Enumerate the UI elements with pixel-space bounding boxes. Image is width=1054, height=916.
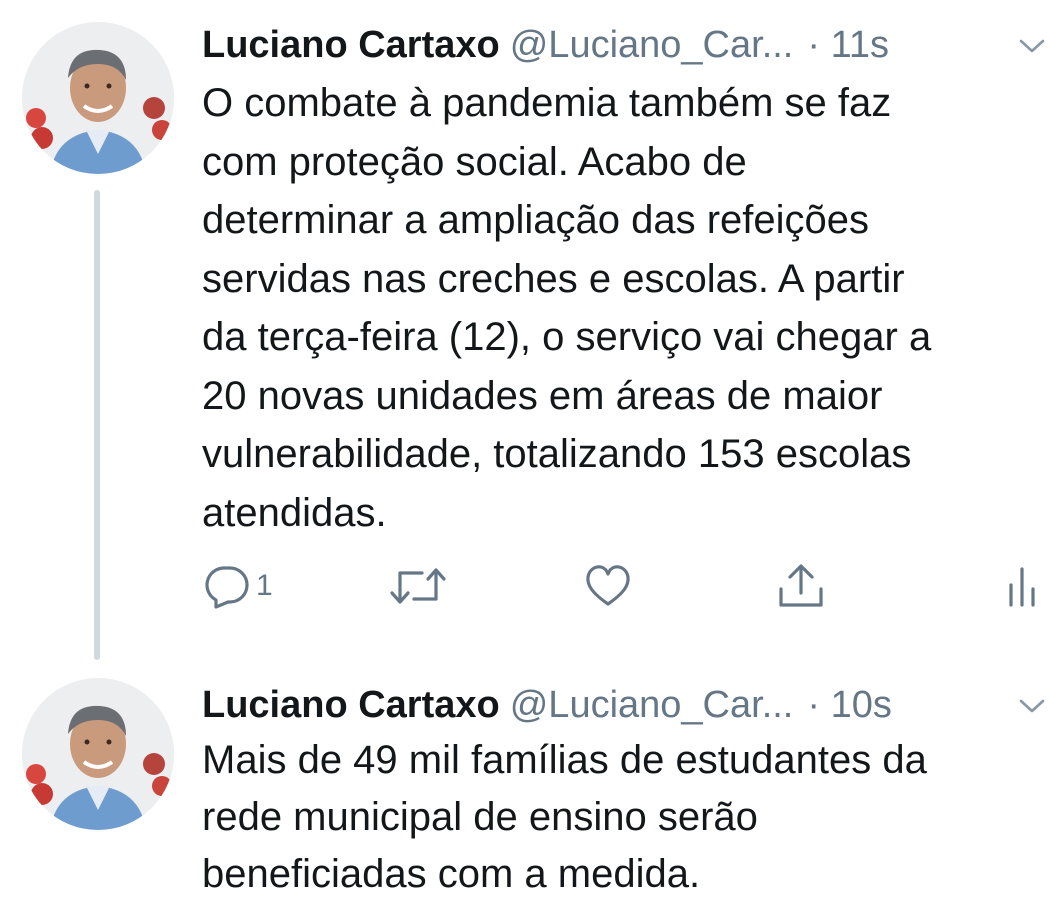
tweet[interactable]: Luciano Cartaxo @Luciano_Car... · 10s Mais… xyxy=(0,660,1054,916)
analytics-icon xyxy=(1009,567,1035,607)
tweet-text: O combate à pandemia também se faz com p… xyxy=(202,81,932,535)
avatar[interactable] xyxy=(22,22,174,174)
author-name[interactable]: Luciano Cartaxo xyxy=(202,684,500,726)
timestamp[interactable]: · 10s xyxy=(807,684,891,726)
tweet[interactable]: Luciano Cartaxo @Luciano_Car... · 11s O co… xyxy=(0,0,1054,660)
chevron-down-icon[interactable] xyxy=(1018,36,1046,56)
analytics-button[interactable] xyxy=(1004,560,1044,612)
retweet-button[interactable] xyxy=(388,560,448,612)
reply-button[interactable]: 1 xyxy=(202,560,273,612)
avatar[interactable] xyxy=(22,678,174,830)
tweet-text: Mais de 49 mil famílias de estudantes da… xyxy=(202,738,927,896)
reply-icon xyxy=(205,566,249,609)
author-handle[interactable]: @Luciano_Car... xyxy=(510,684,794,726)
chevron-down-icon[interactable] xyxy=(1018,696,1046,716)
author-handle[interactable]: @Luciano_Car... xyxy=(510,24,794,66)
thread-line xyxy=(94,190,100,660)
share-icon xyxy=(779,564,823,607)
tweet-header: Luciano Cartaxo @Luciano_Car... · 11s xyxy=(202,20,1054,70)
like-button[interactable] xyxy=(584,560,632,612)
reply-count: 1 xyxy=(256,569,273,602)
author-name[interactable]: Luciano Cartaxo xyxy=(202,24,500,66)
like-icon xyxy=(586,565,630,606)
retweet-icon xyxy=(390,568,446,604)
tweet-header: Luciano Cartaxo @Luciano_Car... · 10s xyxy=(202,680,1054,730)
timestamp[interactable]: · 11s xyxy=(807,24,889,66)
share-button[interactable] xyxy=(776,560,826,612)
tweet-actions: 1 xyxy=(202,560,1054,612)
